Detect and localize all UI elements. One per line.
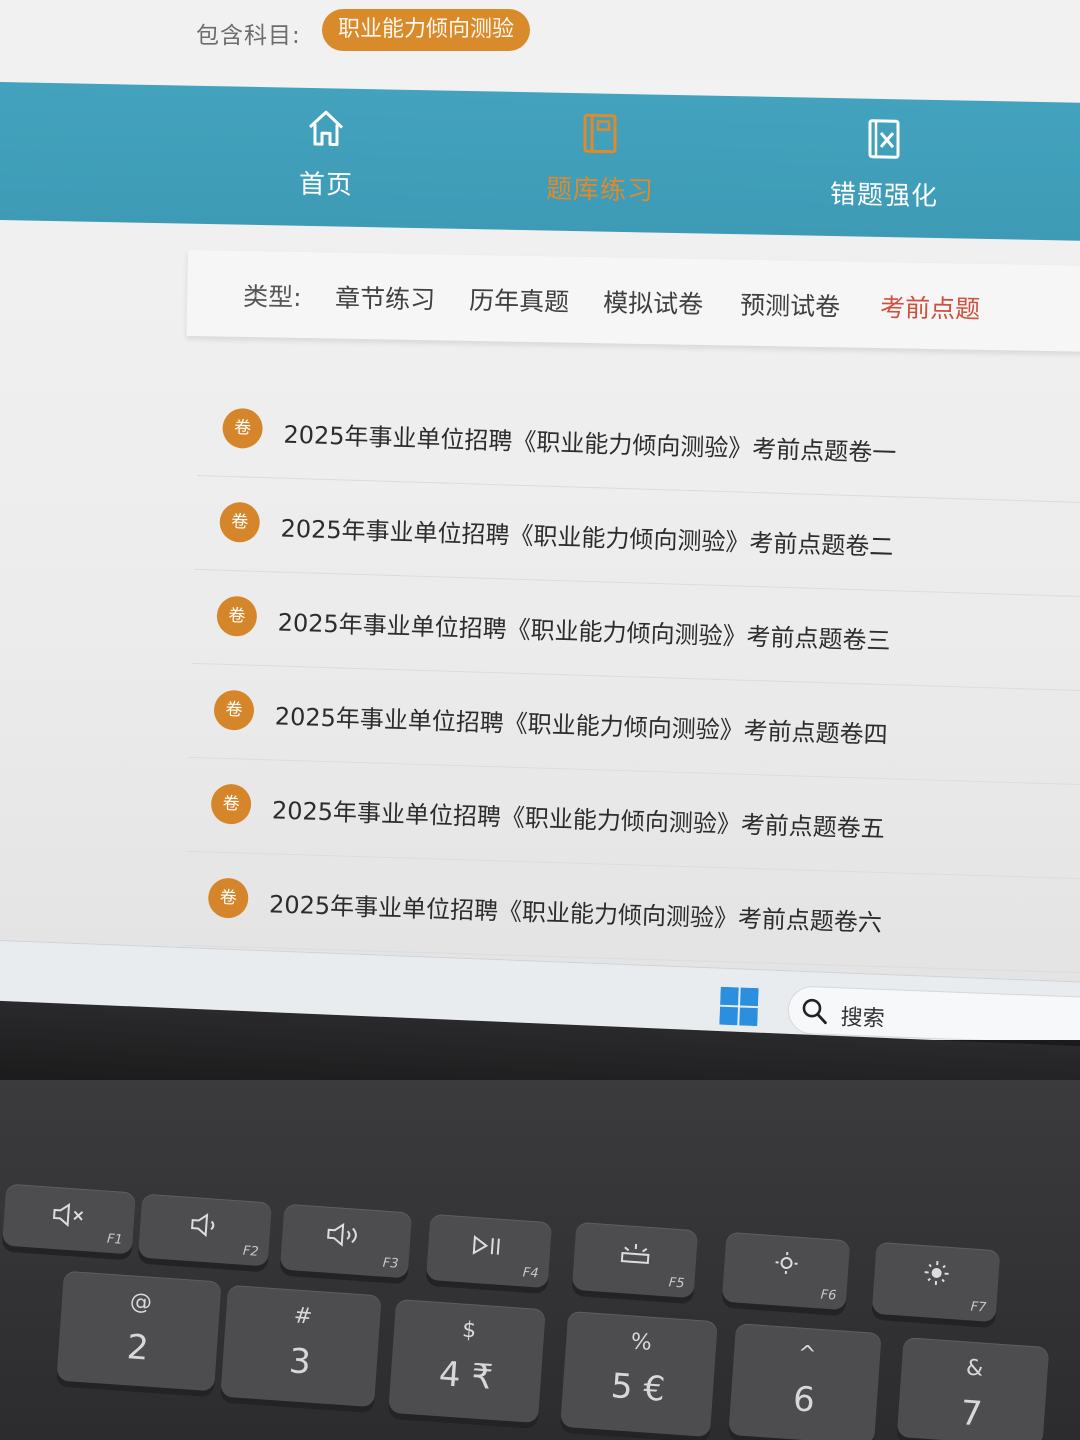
brightness-up-icon <box>924 1260 949 1286</box>
type-label: 类型: <box>242 281 302 312</box>
tab-mock-papers[interactable]: 模拟试卷 <box>603 283 704 321</box>
key-f4-label: F4 <box>522 1265 540 1282</box>
home-icon <box>308 110 344 146</box>
tab-chapter-practice[interactable]: 章节练习 <box>335 279 436 317</box>
paper-badge: 卷 <box>210 783 252 825</box>
key-7[interactable]: & 7 <box>896 1337 1050 1440</box>
key-f6[interactable]: F6 <box>721 1231 851 1311</box>
paper-title[interactable]: 2025年事业单位招聘《职业能力倾向测验》考前点题卷二 <box>280 509 894 563</box>
subject-bar: 包含科目: 职业能力倾向测验 <box>0 0 1080 82</box>
windows-start-icon[interactable] <box>719 986 759 1027</box>
nav-item-wrong-questions-label: 错题强化 <box>829 179 938 213</box>
tab-past-exams[interactable]: 历年真题 <box>469 281 570 319</box>
type-filter-bar: 类型: 章节练习 历年真题 模拟试卷 预测试卷 考前点题 <box>186 250 1080 353</box>
book-icon <box>583 113 617 154</box>
key-f4[interactable]: F4 <box>425 1213 553 1289</box>
paper-badge: 卷 <box>216 595 258 637</box>
volume-down-icon <box>191 1213 215 1238</box>
key-f1[interactable]: F1 <box>1 1183 137 1255</box>
main-nav-bar: 首页 题库练习 错题强化 <box>0 82 1080 241</box>
key-f7[interactable]: F7 <box>871 1241 1001 1323</box>
key-4[interactable]: $ 4 ₹ <box>388 1298 546 1424</box>
key-6-digit: 6 <box>791 1379 817 1421</box>
key-f5-label: F5 <box>668 1275 685 1292</box>
key-f2-label: F2 <box>242 1243 260 1260</box>
nav-item-home[interactable]: 首页 <box>226 104 426 203</box>
laptop-screen: 包含科目: 职业能力倾向测验 首页 题库练习 错题强化 类型: 章节练习 历年真… <box>0 0 1080 1040</box>
taskbar-search-box[interactable]: 搜索 <box>786 985 1080 1040</box>
key-4-symbol: $ <box>461 1317 477 1344</box>
search-icon <box>802 998 827 1025</box>
key-2-symbol: @ <box>129 1289 153 1316</box>
key-f6-label: F6 <box>820 1287 837 1304</box>
key-5[interactable]: % 5 € <box>560 1310 718 1438</box>
key-3-symbol: # <box>292 1303 314 1330</box>
paper-badge: 卷 <box>207 877 249 919</box>
nav-item-home-label: 首页 <box>298 169 353 201</box>
nav-item-wrong-questions[interactable]: 错题强化 <box>784 115 984 214</box>
key-5-symbol: % <box>629 1329 653 1356</box>
key-f1-label: F1 <box>106 1231 124 1248</box>
key-f7-label: F7 <box>970 1299 987 1316</box>
brightness-down-icon <box>775 1251 798 1275</box>
key-6[interactable]: ^ 6 <box>728 1323 882 1440</box>
subject-pill[interactable]: 职业能力倾向测验 <box>322 9 531 51</box>
tab-forecast-papers[interactable]: 预测试卷 <box>740 286 841 324</box>
key-6-symbol: ^ <box>796 1341 818 1368</box>
key-7-symbol: & <box>965 1355 985 1382</box>
subject-label: 包含科目: <box>196 23 301 49</box>
tab-pre-exam-points[interactable]: 考前点题 <box>880 288 981 326</box>
nav-item-question-bank-label: 题库练习 <box>545 174 654 207</box>
key-4-digit: 4 ₹ <box>437 1354 495 1398</box>
paper-title[interactable]: 2025年事业单位招聘《职业能力倾向测验》考前点题卷六 <box>269 884 883 938</box>
key-f2[interactable]: F2 <box>137 1193 273 1267</box>
volume-up-icon <box>327 1222 357 1247</box>
paper-title[interactable]: 2025年事业单位招聘《职业能力倾向测验》考前点题卷一 <box>283 415 897 469</box>
paper-list: 卷 2025年事业单位招聘《职业能力倾向测验》考前点题卷一 卷 2025年事业单… <box>182 382 1080 974</box>
laptop-keyboard: F1 F2 F3 F4 F5 F6 F7 @ 2 # 3 $ 4 ₹ % 5 €… <box>0 1080 1080 1440</box>
key-2[interactable]: @ 2 <box>56 1270 222 1392</box>
paper-badge: 卷 <box>213 689 255 731</box>
nav-item-question-bank[interactable]: 题库练习 <box>500 110 700 209</box>
wrong-paper-icon <box>868 119 900 159</box>
search-label: 搜索 <box>840 1005 886 1033</box>
paper-title[interactable]: 2025年事业单位招聘《职业能力倾向测验》考前点题卷四 <box>274 696 888 750</box>
key-f3-label: F3 <box>382 1255 400 1272</box>
photo-stage: 包含科目: 职业能力倾向测验 首页 题库练习 错题强化 类型: 章节练习 历年真… <box>0 0 1080 1440</box>
key-f3[interactable]: F3 <box>279 1203 413 1279</box>
key-5-digit: 5 € <box>609 1366 667 1410</box>
key-f5[interactable]: F5 <box>571 1221 699 1299</box>
paper-badge: 卷 <box>219 501 261 543</box>
key-3-digit: 3 <box>287 1341 313 1383</box>
play-pause-icon <box>472 1235 500 1255</box>
mute-icon <box>52 1203 84 1227</box>
key-3[interactable]: # 3 <box>220 1284 382 1408</box>
paper-title[interactable]: 2025年事业单位招聘《职业能力倾向测验》考前点题卷五 <box>271 790 886 844</box>
key-7-digit: 7 <box>959 1393 984 1435</box>
key-2-digit: 2 <box>125 1327 150 1369</box>
paper-badge: 卷 <box>222 407 264 449</box>
paper-title[interactable]: 2025年事业单位招聘《职业能力倾向测验》考前点题卷三 <box>277 602 891 656</box>
keyboard-backlight-icon <box>620 1243 650 1264</box>
